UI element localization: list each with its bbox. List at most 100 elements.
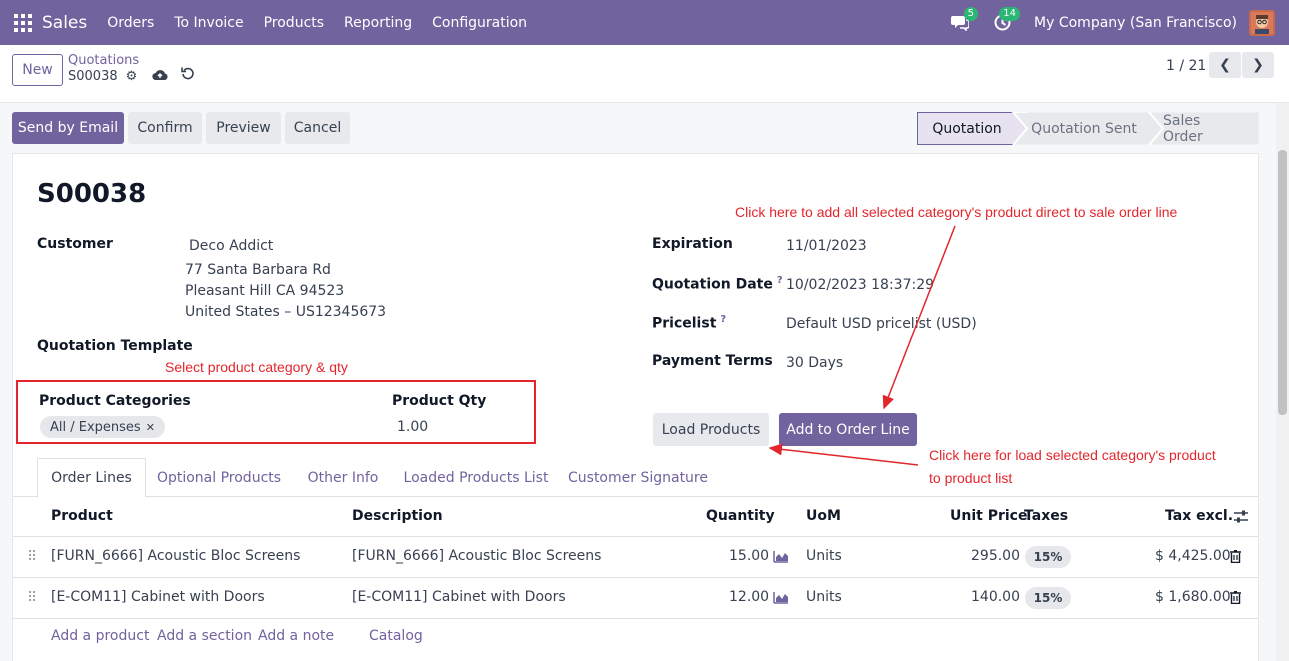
- tab-other-info[interactable]: Other Info: [299, 458, 387, 497]
- load-products-button[interactable]: Load Products: [653, 413, 769, 446]
- control-panel: New Quotations S00038 ⚙ 1 / 21 ❮ ❯: [0, 45, 1289, 103]
- top-navbar: Sales Orders To Invoice Products Reporti…: [0, 0, 1289, 45]
- notebook-tabs: Order Lines Optional Products Other Info…: [13, 458, 1258, 498]
- help-icon[interactable]: ?: [720, 314, 726, 325]
- drag-handle-icon[interactable]: ⠿: [27, 549, 37, 565]
- quotation-date-field[interactable]: 10/02/2023 18:37:29: [786, 277, 934, 293]
- activities-badge: 14: [999, 6, 1021, 21]
- pricelist-label-text: Pricelist: [652, 315, 717, 332]
- product-categories-label: Product Categories: [39, 393, 191, 409]
- menu-orders[interactable]: Orders: [107, 15, 154, 31]
- pager-previous-button[interactable]: ❮: [1209, 52, 1241, 78]
- remove-tag-icon[interactable]: ✕: [146, 421, 155, 434]
- row-quantity[interactable]: 15.00: [729, 548, 769, 564]
- tab-loaded-products-list[interactable]: Loaded Products List: [401, 458, 551, 497]
- stage-quotation[interactable]: Quotation: [917, 112, 1017, 145]
- expiration-field[interactable]: 11/01/2023: [786, 238, 867, 254]
- confirm-button[interactable]: Confirm: [128, 112, 202, 144]
- tax-badge[interactable]: 15%: [1025, 587, 1071, 609]
- row-uom[interactable]: Units: [806, 589, 842, 605]
- category-tag-label: All / Expenses: [50, 419, 141, 435]
- col-taxes[interactable]: Taxes: [1024, 508, 1068, 524]
- tab-optional-products[interactable]: Optional Products: [153, 458, 285, 497]
- row-uom[interactable]: Units: [806, 548, 842, 564]
- customer-address-line2: Pleasant Hill CA 94523: [185, 283, 345, 299]
- cancel-button[interactable]: Cancel: [285, 112, 350, 144]
- breadcrumb-current: S00038 ⚙: [68, 69, 137, 84]
- col-product[interactable]: Product: [51, 508, 113, 524]
- scrollbar-thumb[interactable]: [1278, 150, 1287, 415]
- chevron-right-icon: ❯: [1252, 57, 1264, 73]
- row-product[interactable]: [FURN_6666] Acoustic Bloc Screens: [51, 548, 300, 564]
- row-subtotal: $ 1,680.00: [1155, 589, 1231, 605]
- quotation-template-label: Quotation Template: [37, 338, 193, 354]
- table-row[interactable]: ⠿ [E-COM11] Cabinet with Doors [E-COM11]…: [13, 578, 1258, 619]
- user-avatar[interactable]: [1249, 9, 1275, 36]
- payment-terms-field[interactable]: 30 Days: [786, 355, 843, 371]
- discard-undo-icon[interactable]: [181, 66, 195, 84]
- activities-clock-icon[interactable]: 14: [992, 6, 1021, 33]
- payment-terms-label: Payment Terms: [652, 353, 773, 369]
- quotation-date-label-text: Quotation Date: [652, 276, 773, 293]
- customer-address-line1: 77 Santa Barbara Rd: [185, 262, 331, 278]
- save-cloud-icon[interactable]: [152, 67, 168, 85]
- new-button[interactable]: New: [12, 54, 63, 86]
- pager-next-button[interactable]: ❯: [1242, 52, 1274, 78]
- customer-field[interactable]: Deco Addict: [189, 238, 273, 254]
- send-by-email-button[interactable]: Send by Email: [12, 112, 124, 144]
- row-description[interactable]: [FURN_6666] Acoustic Bloc Screens: [352, 548, 601, 564]
- column-settings-sliders-icon[interactable]: [1233, 509, 1249, 529]
- menu-configuration[interactable]: Configuration: [432, 15, 527, 31]
- gear-icon[interactable]: ⚙: [126, 69, 138, 84]
- menu-reporting[interactable]: Reporting: [344, 15, 412, 31]
- row-description[interactable]: [E-COM11] Cabinet with Doors: [352, 589, 566, 605]
- menu-products[interactable]: Products: [264, 15, 324, 31]
- company-switcher[interactable]: My Company (San Francisco): [1034, 15, 1237, 31]
- order-lines-header: Product Description Quantity UoM Unit Pr…: [13, 497, 1258, 537]
- messages-badge: 5: [963, 6, 979, 21]
- stage-sales-order[interactable]: Sales Order: [1163, 112, 1243, 145]
- quotation-date-label: Quotation Date?: [652, 275, 783, 293]
- table-row[interactable]: ⠿ [FURN_6666] Acoustic Bloc Screens [FUR…: [13, 537, 1258, 578]
- col-uom[interactable]: UoM: [806, 508, 841, 524]
- col-unit-price[interactable]: Unit Price: [950, 508, 1027, 524]
- category-tag[interactable]: All / Expenses ✕: [40, 416, 165, 438]
- add-product-link[interactable]: Add a product: [51, 628, 149, 644]
- forecast-chart-icon[interactable]: [773, 591, 789, 608]
- form-sheet: S00038 Customer Deco Addict 77 Santa Bar…: [12, 153, 1259, 661]
- col-tax-excl[interactable]: Tax excl.: [1165, 508, 1233, 524]
- breadcrumb-current-label: S00038: [68, 69, 118, 84]
- tab-customer-signature[interactable]: Customer Signature: [567, 458, 709, 497]
- row-unit-price[interactable]: 295.00: [971, 548, 1020, 564]
- chevron-left-icon: ❮: [1219, 57, 1231, 73]
- apps-menu-icon[interactable]: [14, 13, 32, 32]
- catalog-link[interactable]: Catalog: [369, 628, 423, 644]
- pricelist-field[interactable]: Default USD pricelist (USD): [786, 316, 977, 332]
- add-to-order-line-button[interactable]: Add to Order Line: [779, 413, 917, 446]
- tab-order-lines[interactable]: Order Lines: [37, 458, 146, 498]
- breadcrumb-quotations[interactable]: Quotations: [68, 53, 139, 68]
- messages-icon[interactable]: 5: [950, 6, 979, 33]
- forecast-chart-icon[interactable]: [773, 550, 789, 567]
- customer-label: Customer: [37, 236, 113, 252]
- row-product[interactable]: [E-COM11] Cabinet with Doors: [51, 589, 265, 605]
- add-note-link[interactable]: Add a note: [258, 628, 334, 644]
- app-name[interactable]: Sales: [42, 13, 87, 33]
- add-section-link[interactable]: Add a section: [157, 628, 252, 644]
- tax-badge[interactable]: 15%: [1025, 546, 1071, 568]
- stage-quotation-sent[interactable]: Quotation Sent: [1027, 112, 1141, 145]
- trash-icon[interactable]: [1230, 549, 1241, 567]
- col-quantity[interactable]: Quantity: [706, 508, 775, 524]
- col-description[interactable]: Description: [352, 508, 443, 524]
- product-qty-field[interactable]: 1.00: [397, 419, 428, 435]
- row-quantity[interactable]: 12.00: [729, 589, 769, 605]
- preview-button[interactable]: Preview: [206, 112, 281, 144]
- trash-icon[interactable]: [1230, 590, 1241, 608]
- row-unit-price[interactable]: 140.00: [971, 589, 1020, 605]
- annotation-select-category: Select product category & qty: [165, 359, 348, 375]
- menu-to-invoice[interactable]: To Invoice: [174, 15, 243, 31]
- annotation-add-all: Click here to add all selected category'…: [735, 204, 1178, 220]
- pager-value[interactable]: 1 / 21: [1166, 58, 1206, 74]
- drag-handle-icon[interactable]: ⠿: [27, 590, 37, 606]
- help-icon[interactable]: ?: [777, 275, 783, 286]
